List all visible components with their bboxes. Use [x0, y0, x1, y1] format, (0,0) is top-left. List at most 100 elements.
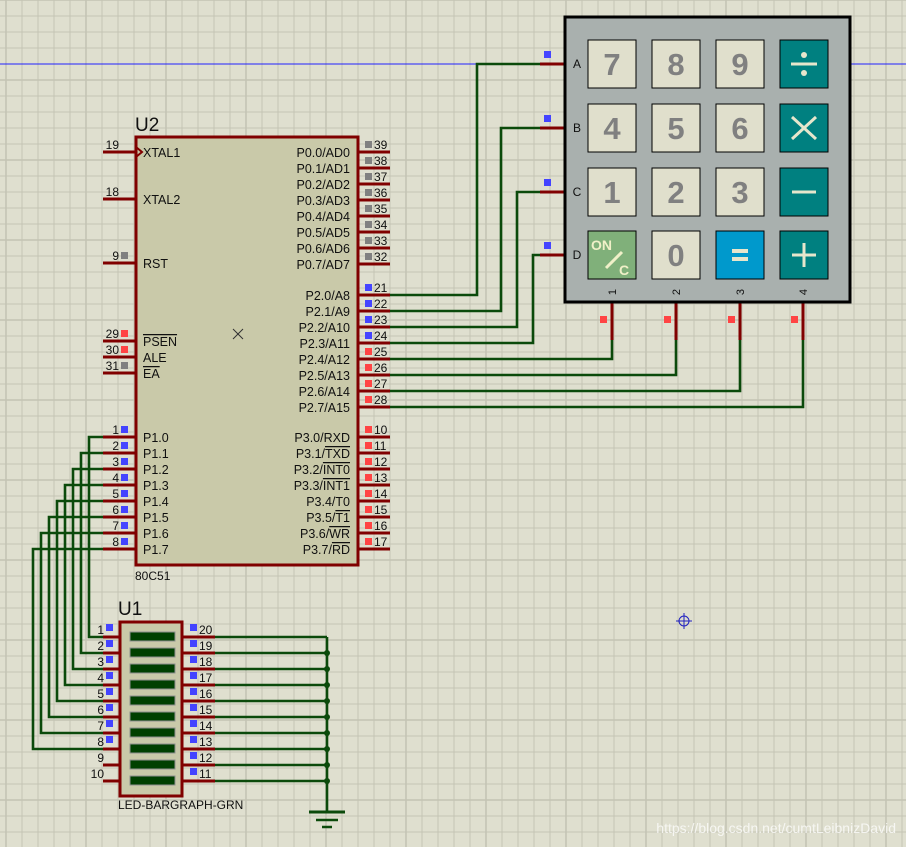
- pin-number: 9: [112, 249, 119, 263]
- pin-number: 14: [199, 719, 213, 733]
- key-label: 2: [667, 175, 684, 210]
- pin-state-marker: [365, 396, 372, 403]
- svg-text:C: C: [619, 262, 629, 278]
- wire-p2-6-col-3[interactable]: [390, 340, 742, 393]
- key-6[interactable]: 6: [715, 103, 765, 153]
- pin-number: 5: [97, 687, 104, 701]
- pin-number: 27: [374, 377, 388, 391]
- pin-number: 36: [374, 186, 388, 200]
- schematic-canvas[interactable]: 19 18 9 29 30 31 1 2 3 4 5 6 7 8 39 38 37 36 35 34 33 32 21 22 2…: [0, 0, 906, 847]
- pin-number: 19: [106, 138, 120, 152]
- pin-state-marker: [365, 157, 372, 164]
- led-segment: [129, 743, 176, 754]
- pin-state-marker: [365, 316, 372, 323]
- pin-label: P1.6: [143, 527, 169, 541]
- pin-state-marker: [365, 284, 372, 291]
- key-+[interactable]: [779, 230, 829, 280]
- u2-reference: U2: [135, 115, 159, 136]
- key-label: 4: [603, 111, 621, 146]
- key-label: 9: [731, 47, 748, 82]
- key-×[interactable]: [779, 103, 829, 153]
- key-4[interactable]: 4: [587, 103, 637, 153]
- pin-label: P3.3/INT1: [294, 479, 350, 493]
- pin-number: 34: [374, 218, 388, 232]
- keypad-col-label: 1: [607, 289, 619, 295]
- pin-number: 11: [374, 439, 387, 453]
- pin-number: 4: [112, 471, 119, 485]
- wire-p1-0-led-1[interactable]: [87, 435, 103, 639]
- key-8[interactable]: 8: [651, 39, 701, 89]
- key-label: 8: [667, 47, 684, 82]
- pin-state-marker: [544, 115, 551, 122]
- pin-state-marker: [544, 179, 551, 186]
- pin-state-marker: [365, 237, 372, 244]
- key-7[interactable]: 7: [587, 39, 637, 89]
- u1-part-name: LED-BARGRAPH-GRN: [118, 798, 243, 812]
- pin-state-marker: [106, 624, 113, 631]
- pin-number: 22: [374, 297, 388, 311]
- pin-number: 13: [199, 735, 213, 749]
- pin-state-marker: [106, 736, 113, 743]
- pin-state-marker: [190, 624, 197, 631]
- pin-number: 35: [374, 202, 388, 216]
- key-5[interactable]: 5: [651, 103, 701, 153]
- keypad-row-label: D: [573, 248, 582, 262]
- pin-state-marker: [365, 458, 372, 465]
- pin-state-marker: [121, 252, 128, 259]
- key-÷[interactable]: [779, 39, 829, 89]
- led-segment: [129, 775, 176, 786]
- pin-number: 16: [374, 519, 388, 533]
- pin-state-marker: [190, 672, 197, 679]
- key-3[interactable]: 3: [715, 167, 765, 217]
- pin-state-marker: [791, 316, 798, 323]
- pin-number: 18: [199, 655, 213, 669]
- key-2[interactable]: 2: [651, 167, 701, 217]
- key-1[interactable]: 1: [587, 167, 637, 217]
- pin-number: 17: [374, 535, 388, 549]
- key-=[interactable]: [715, 230, 765, 280]
- wire-p2-5-col-2[interactable]: [390, 340, 678, 377]
- wire-p1-7-led-8[interactable]: [31, 547, 103, 751]
- wire-p2-2-row-c[interactable]: [390, 190, 540, 329]
- pin-state-marker: [365, 205, 372, 212]
- pin-number: 8: [112, 535, 119, 549]
- pin-number: 11: [199, 767, 212, 781]
- pin-number: 21: [374, 281, 388, 295]
- key-face[interactable]: [715, 230, 765, 280]
- pin-number: 30: [106, 343, 120, 357]
- pin-number: 29: [106, 327, 120, 341]
- pin-label: P1.4: [143, 495, 169, 509]
- pin-number: 15: [199, 703, 213, 717]
- key-0[interactable]: 0: [651, 230, 701, 280]
- key-9[interactable]: 9: [715, 39, 765, 89]
- u1-reference: U1: [118, 599, 142, 620]
- key-label: 7: [603, 47, 620, 82]
- pin-label: P2.3/A11: [299, 337, 350, 351]
- pin-number: 39: [374, 138, 388, 152]
- key-ON/C[interactable]: ON C: [587, 230, 637, 280]
- pin-state-marker: [365, 474, 372, 481]
- pin-number: 7: [112, 519, 119, 533]
- pin-number: 7: [97, 719, 104, 733]
- key-−[interactable]: [779, 167, 829, 217]
- pin-label: P3.5/T1: [306, 511, 350, 525]
- pin-state-marker: [106, 656, 113, 663]
- svg-text:ON: ON: [591, 237, 612, 253]
- pin-label: P3.0/RXD: [294, 431, 350, 445]
- ground-icon: [309, 810, 345, 829]
- pin-number: 2: [112, 439, 119, 453]
- pin-number: 38: [374, 154, 388, 168]
- keypad-row-label: B: [573, 121, 581, 135]
- pin-number: 9: [97, 751, 104, 765]
- pin-label: P2.1/A9: [306, 305, 351, 319]
- pin-state-marker: [190, 768, 197, 775]
- pin-label: P3.2/INT0: [294, 463, 350, 477]
- pin-state-marker: [106, 672, 113, 679]
- led-segment: [129, 663, 176, 674]
- pin-number: 12: [199, 751, 213, 765]
- schematic-svg[interactable]: 1918929303112345678393837363534333221222…: [0, 0, 906, 847]
- pin-state-marker: [365, 506, 372, 513]
- keypad-row-label: C: [573, 185, 582, 199]
- pin-state-marker: [121, 474, 128, 481]
- pin-state-marker: [121, 506, 128, 513]
